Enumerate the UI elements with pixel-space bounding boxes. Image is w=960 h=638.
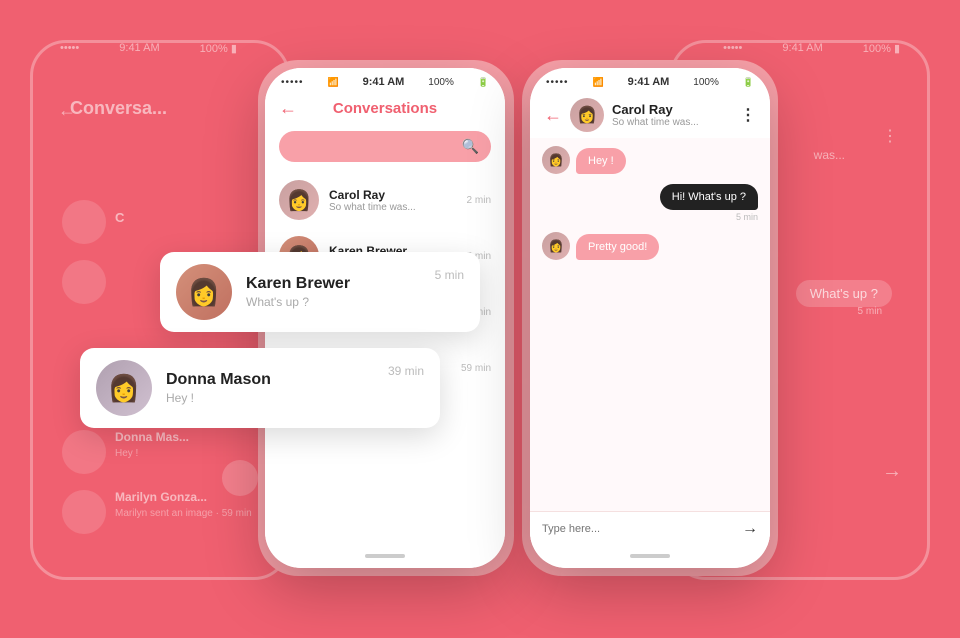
left-home-bar <box>365 554 405 558</box>
conv-name-carol: Carol Ray <box>329 188 457 202</box>
right-battery: 100% <box>693 77 719 88</box>
left-battery-icon: 🔋 <box>478 77 489 88</box>
chat-contact-preview: So what time was... <box>612 117 732 128</box>
fc-preview-donna: Hey ! <box>166 391 374 405</box>
search-bar[interactable]: 🔍 <box>279 131 491 162</box>
right-home-bar <box>630 554 670 558</box>
right-status-bar: ••••• 📶 9:41 AM 100% 🔋 <box>530 68 770 92</box>
right-wifi: 📶 <box>592 77 603 88</box>
right-status-dots: ••••• <box>546 77 569 88</box>
floating-card-donna[interactable]: 👩 Donna Mason Hey ! 39 min <box>80 348 440 428</box>
fc-info-donna: Donna Mason Hey ! <box>166 371 374 405</box>
conv-item-carol[interactable]: 👩 Carol Ray So what time was... 2 min <box>269 172 501 228</box>
left-status-bar: ••••• 📶 9:41 AM 100% 🔋 <box>265 68 505 92</box>
fc-info-karen: Karen Brewer What's up ? <box>246 275 421 309</box>
left-battery: 100% <box>428 77 454 88</box>
conv-avatar-carol: 👩 <box>279 180 319 220</box>
chat-input[interactable] <box>542 523 742 535</box>
ghost-name-3: Marilyn Gonza... <box>115 490 207 504</box>
conv-preview-carol: So what time was... <box>329 202 457 213</box>
fc-time-karen: 5 min <box>435 264 464 282</box>
fc-preview-karen: What's up ? <box>246 295 421 309</box>
chat-contact-info: Carol Ray So what time was... <box>612 102 732 128</box>
right-battery-icon: 🔋 <box>743 77 754 88</box>
msg-row-1: Hi! What's up ? 5 min <box>542 184 758 222</box>
search-icon: 🔍 <box>462 138 479 155</box>
chat-input-area: → <box>530 511 770 546</box>
chat-menu-button[interactable]: ⋮ <box>740 105 756 125</box>
chat-header: ← 👩 Carol Ray So what time was... ⋮ <box>530 92 770 138</box>
ghost-was-text: was... <box>814 148 845 162</box>
ghost-name-1: C <box>115 210 124 225</box>
ghost-name-2: Donna Mas... <box>115 430 189 444</box>
ghost-menu-right: ⋮ <box>882 126 898 146</box>
msg-bubble-2: Pretty good! <box>576 234 659 260</box>
floating-card-karen[interactable]: 👩 Karen Brewer What's up ? 5 min <box>160 252 480 332</box>
right-home-indicator <box>530 546 770 568</box>
chat-contact-name: Carol Ray <box>612 102 732 117</box>
ghost-preview-3: Marilyn sent an image · 59 min <box>115 508 252 519</box>
chat-contact-avatar: 👩 <box>570 98 604 132</box>
ghost-left-content: Conversa... <box>70 98 167 119</box>
ghost-send-arrow: → <box>882 460 902 483</box>
ghost-back-arrow-left: ← <box>58 100 76 121</box>
fc-avatar-donna: 👩 <box>96 360 152 416</box>
left-header-title: Conversations <box>297 100 473 117</box>
chat-messages: 👩 Hey ! Hi! What's up ? 5 min 👩 Pretty g… <box>530 138 770 511</box>
right-status-time: 9:41 AM <box>628 76 670 88</box>
msg-bubble-1: Hi! What's up ? <box>660 184 758 210</box>
conv-time-marilyn: 59 min <box>461 363 491 374</box>
fc-name-karen: Karen Brewer <box>246 275 421 293</box>
fc-avatar-karen: 👩 <box>176 264 232 320</box>
fc-time-donna: 39 min <box>388 360 424 378</box>
send-button[interactable]: → <box>742 520 758 538</box>
conv-time-carol: 2 min <box>467 195 491 206</box>
ghost-preview-2: Hey ! <box>115 448 138 459</box>
ghost-time-right: 5 min <box>858 306 882 317</box>
msg-avatar-carol-0: 👩 <box>542 146 570 174</box>
msg-avatar-carol-2: 👩 <box>542 232 570 260</box>
msg-time-1: 5 min <box>660 212 758 222</box>
chat-back-button[interactable]: ← <box>544 105 562 126</box>
left-status-dots: ••••• <box>281 77 304 88</box>
left-back-button[interactable]: ← <box>279 98 297 119</box>
msg-bubble-0: Hey ! <box>576 148 626 174</box>
fc-name-donna: Donna Mason <box>166 371 374 389</box>
left-home-indicator <box>265 546 505 568</box>
left-header: ← Conversations <box>265 92 505 125</box>
ghost-whatsup-bubble: What's up ? <box>796 280 892 307</box>
conv-info-carol: Carol Ray So what time was... <box>329 188 457 213</box>
msg-row-0: 👩 Hey ! <box>542 146 758 174</box>
right-phone: ••••• 📶 9:41 AM 100% 🔋 ← 👩 Carol Ray So … <box>530 68 770 568</box>
left-status-time: 9:41 AM <box>363 76 405 88</box>
msg-row-2: 👩 Pretty good! <box>542 232 758 260</box>
left-wifi: 📶 <box>327 77 338 88</box>
